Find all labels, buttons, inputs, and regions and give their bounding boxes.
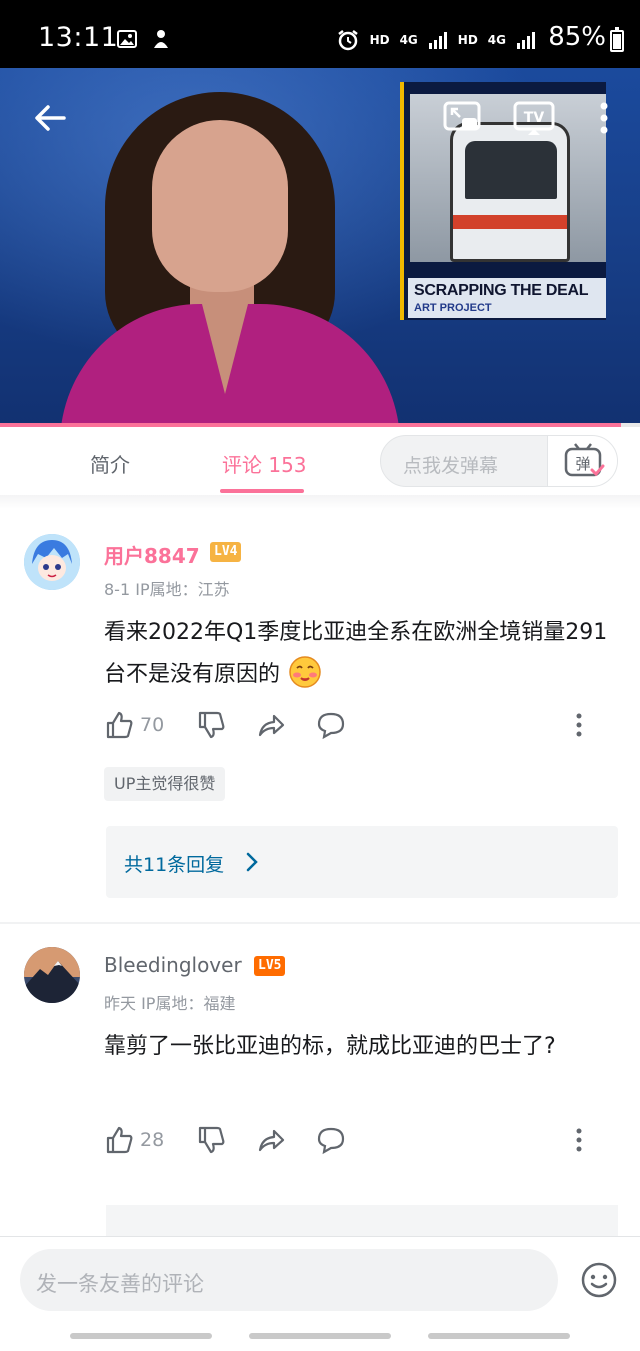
avatar[interactable] <box>24 534 80 590</box>
anime-avatar-icon <box>24 534 80 590</box>
hd-label-2: HD <box>457 33 478 47</box>
comment-input-placeholder: 发一条友善的评论 <box>36 1272 204 1296</box>
dislike-icon[interactable] <box>196 710 226 740</box>
comment-text: 看来2022年Q1季度比亚迪全系在欧洲全境销量291台不是没有原因的 <box>104 620 608 687</box>
reply-icon[interactable] <box>316 1125 346 1155</box>
tab-intro[interactable]: 简介 <box>90 449 130 478</box>
bottom-comment-bar: 发一条友善的评论 <box>0 1236 640 1351</box>
comment-body: 靠剪了一张比亚迪的标，就成比亚迪的巴士了? <box>104 1034 556 1059</box>
signal-icon-2 <box>517 32 535 49</box>
comment-count: 153 <box>268 453 307 477</box>
comment-meta: 昨天 IP属地：福建 <box>104 994 236 1013</box>
replies-box[interactable]: 共11条回复 <box>106 826 618 898</box>
battery-icon <box>610 27 624 52</box>
comment-actions: 28 <box>104 1125 604 1157</box>
danmaku-input[interactable]: 点我发弹幕 弹 <box>380 435 618 487</box>
like-icon[interactable] <box>104 1125 134 1155</box>
comment-username[interactable]: 用户8847 <box>104 540 200 569</box>
news-inset-graphic: SCRAPPING THE DEAL ART PROJECT <box>400 82 606 320</box>
user-level-badge: LV5 <box>254 956 286 976</box>
picture-in-picture-icon[interactable] <box>442 98 482 138</box>
alarm-icon <box>337 30 358 51</box>
like-count: 28 <box>140 1129 165 1151</box>
hd-label-1: HD <box>369 33 390 47</box>
inset-subtitle: ART PROJECT <box>414 302 492 314</box>
tab-comments[interactable]: 评论 153 <box>222 449 307 478</box>
4g-label-2: 4G <box>487 33 506 47</box>
signal-icon <box>428 32 447 49</box>
more-icon[interactable] <box>564 1125 594 1155</box>
comment-actions: 70 <box>104 710 604 742</box>
active-tab-indicator <box>220 489 304 493</box>
dislike-icon[interactable] <box>196 1125 226 1155</box>
danmaku-toggle-button[interactable]: 弹 <box>547 436 617 486</box>
like-icon[interactable] <box>104 710 134 740</box>
reply-icon[interactable] <box>316 710 346 740</box>
mountain-avatar-icon <box>24 947 80 1003</box>
4g-label-1: 4G <box>399 33 418 47</box>
danmaku-icon: 弹 <box>564 443 605 477</box>
nav-handle <box>428 1333 570 1339</box>
comment-divider <box>0 922 640 924</box>
chevron-right-icon <box>246 852 258 872</box>
status-bar: 13:11 HD 4G HD 4G 85% <box>0 0 640 68</box>
nav-handle <box>249 1333 391 1339</box>
back-arrow-icon[interactable] <box>30 98 70 138</box>
inset-title: SCRAPPING THE DEAL <box>414 282 589 299</box>
comment-body: 看来2022年Q1季度比亚迪全系在欧洲全境销量291台不是没有原因的 <box>104 612 614 696</box>
up-liked-tag: UP主觉得很赞 <box>104 767 226 801</box>
comment-meta: 8-1 IP属地：江苏 <box>104 580 230 599</box>
more-options-icon[interactable] <box>590 98 618 138</box>
danmaku-placeholder: 点我发弹幕 <box>403 455 499 477</box>
svg-text:弹: 弹 <box>575 455 590 473</box>
cast-tv-icon[interactable]: TV <box>512 98 556 138</box>
share-icon[interactable] <box>256 1125 286 1155</box>
more-icon[interactable] <box>564 710 594 740</box>
comment-input[interactable]: 发一条友善的评论 <box>20 1249 558 1311</box>
bus-photo <box>410 94 606 262</box>
gallery-icon <box>117 30 137 48</box>
tab-comments-label: 评论 <box>222 453 262 477</box>
nav-handle <box>70 1333 212 1339</box>
video-player[interactable]: SCRAPPING THE DEAL ART PROJECT TV <box>0 68 640 424</box>
status-right-icons: HD 4G HD 4G <box>336 28 536 52</box>
comment-username[interactable]: Bleedinglover <box>104 953 242 977</box>
battery-percent: 85% <box>548 22 606 52</box>
user-level-badge: LV4 <box>210 542 242 562</box>
avatar[interactable] <box>24 947 80 1003</box>
like-count: 70 <box>140 714 165 736</box>
svg-text:TV: TV <box>524 110 545 126</box>
app-notification-icon <box>154 30 168 48</box>
emoji-icon[interactable] <box>580 1261 618 1299</box>
status-notification-icons <box>116 28 172 50</box>
share-icon[interactable] <box>256 710 286 740</box>
view-replies-link[interactable]: 共11条回复 <box>124 850 224 877</box>
blush-emoji-icon <box>289 656 321 688</box>
tab-bar: 简介 评论 153 点我发弹幕 弹 <box>0 427 640 495</box>
status-time: 13:11 <box>38 22 119 53</box>
